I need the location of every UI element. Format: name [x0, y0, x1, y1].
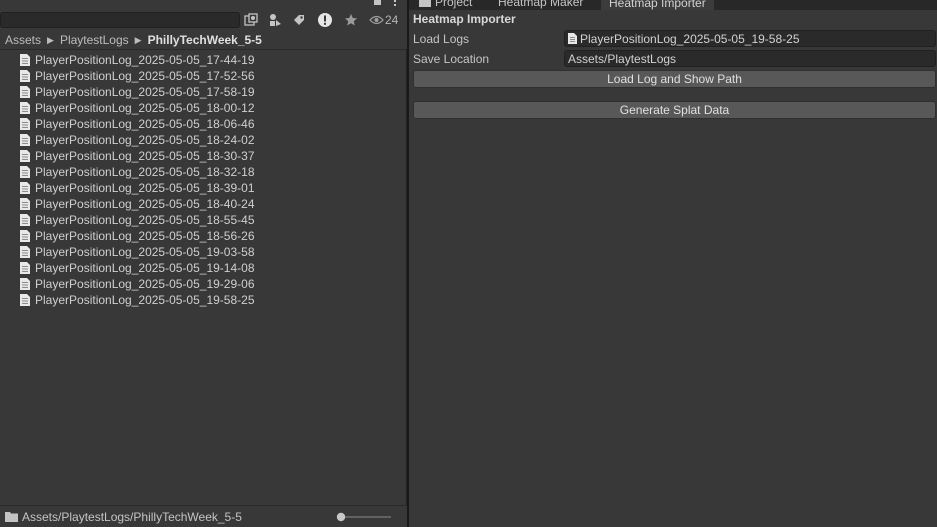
search-input[interactable]	[0, 12, 240, 28]
tab-label: Heatmap Importer	[609, 0, 706, 10]
text-file-icon	[20, 86, 30, 98]
project-toolbar: 24	[0, 0, 407, 31]
list-item[interactable]: PlayerPositionLog_2025-05-05_18-40-24	[0, 196, 407, 212]
text-file-icon	[20, 262, 30, 274]
list-item[interactable]: PlayerPositionLog_2025-05-05_18-56-26	[0, 228, 407, 244]
text-file-icon	[20, 182, 30, 194]
file-name: PlayerPositionLog_2025-05-05_17-44-19	[35, 53, 255, 67]
panel-menu-icon[interactable]	[370, 0, 404, 6]
hidden-packages-toggle[interactable]: 24	[369, 12, 398, 28]
icon-size-slider[interactable]	[336, 511, 392, 523]
text-file-icon	[20, 118, 30, 130]
file-name: PlayerPositionLog_2025-05-05_17-58-19	[35, 85, 255, 99]
text-file-icon	[20, 278, 30, 290]
save-location-field[interactable]: Assets/PlaytestLogs	[564, 50, 936, 67]
file-name: PlayerPositionLog_2025-05-05_18-00-12	[35, 101, 255, 115]
list-item[interactable]: PlayerPositionLog_2025-05-05_17-52-56	[0, 68, 407, 84]
text-file-icon	[20, 134, 30, 146]
file-name: PlayerPositionLog_2025-05-05_18-06-46	[35, 117, 255, 131]
tab-label: Project	[435, 0, 473, 9]
page-title: Heatmap Importer	[413, 12, 516, 26]
breadcrumb: Assets ▶ PlaytestLogs ▶ PhillyTechWeek_5…	[0, 31, 407, 50]
load-logs-value: PlayerPositionLog_2025-05-05_19-58-25	[580, 31, 800, 46]
file-name: PlayerPositionLog_2025-05-05_18-32-18	[35, 165, 255, 179]
list-item[interactable]: PlayerPositionLog_2025-05-05_18-32-18	[0, 164, 407, 180]
list-item[interactable]: PlayerPositionLog_2025-05-05_17-58-19	[0, 84, 407, 100]
text-file-icon	[20, 230, 30, 242]
file-name: PlayerPositionLog_2025-05-05_19-58-25	[35, 293, 255, 307]
breadcrumb-separator-icon: ▶	[134, 34, 142, 45]
label-icon[interactable]	[287, 11, 311, 29]
file-name: PlayerPositionLog_2025-05-05_19-14-08	[35, 261, 255, 275]
generate-splat-data-button[interactable]: Generate Splat Data	[413, 101, 936, 119]
text-file-icon	[20, 198, 30, 210]
folder-icon	[419, 0, 431, 7]
text-file-icon	[568, 33, 577, 44]
file-name: PlayerPositionLog_2025-05-05_19-29-06	[35, 277, 255, 291]
list-item[interactable]: PlayerPositionLog_2025-05-05_18-39-01	[0, 180, 407, 196]
list-item[interactable]: PlayerPositionLog_2025-05-05_18-30-37	[0, 148, 407, 164]
text-file-icon	[20, 246, 30, 258]
text-file-icon	[20, 214, 30, 226]
search-by-type-icon[interactable]	[263, 11, 287, 29]
load-logs-field[interactable]: PlayerPositionLog_2025-05-05_19-58-25	[564, 30, 936, 47]
list-item[interactable]: PlayerPositionLog_2025-05-05_18-06-46	[0, 116, 407, 132]
file-name: PlayerPositionLog_2025-05-05_17-52-56	[35, 69, 255, 83]
text-file-icon	[20, 54, 30, 66]
heatmap-importer-panel: Project Heatmap Maker Heatmap Importer H…	[409, 0, 937, 527]
text-file-icon	[20, 102, 30, 114]
list-item[interactable]: PlayerPositionLog_2025-05-05_19-03-58	[0, 244, 407, 260]
folder-icon	[5, 512, 18, 522]
breadcrumb-item-assets[interactable]: Assets	[5, 33, 41, 47]
list-item[interactable]: PlayerPositionLog_2025-05-05_18-24-02	[0, 132, 407, 148]
file-name: PlayerPositionLog_2025-05-05_18-40-24	[35, 197, 255, 211]
text-file-icon	[20, 150, 30, 162]
list-item[interactable]: PlayerPositionLog_2025-05-05_18-00-12	[0, 100, 407, 116]
file-name: PlayerPositionLog_2025-05-05_18-39-01	[35, 181, 255, 195]
breadcrumb-item-playtestlogs[interactable]: PlaytestLogs	[60, 33, 129, 47]
file-list: PlayerPositionLog_2025-05-05_17-44-19 Pl…	[0, 52, 407, 308]
list-item[interactable]: PlayerPositionLog_2025-05-05_19-58-25	[0, 292, 407, 308]
file-name: PlayerPositionLog_2025-05-05_18-56-26	[35, 229, 255, 243]
tab-bar: Project Heatmap Maker Heatmap Importer	[409, 0, 937, 10]
visibility-icon	[369, 15, 384, 25]
list-item[interactable]: PlayerPositionLog_2025-05-05_17-44-19	[0, 52, 407, 68]
list-item[interactable]: PlayerPositionLog_2025-05-05_18-55-45	[0, 212, 407, 228]
load-log-button[interactable]: Load Log and Show Path	[413, 70, 936, 88]
tab-label: Heatmap Maker	[498, 0, 584, 9]
text-file-icon	[20, 166, 30, 178]
list-item[interactable]: PlayerPositionLog_2025-05-05_19-14-08	[0, 260, 407, 276]
file-name: PlayerPositionLog_2025-05-05_18-24-02	[35, 133, 255, 147]
favorite-icon[interactable]	[339, 11, 363, 29]
tab-heatmap-importer[interactable]: Heatmap Importer	[601, 0, 714, 10]
save-location-value: Assets/PlaytestLogs	[568, 51, 677, 66]
breadcrumb-separator-icon: ▶	[47, 34, 54, 45]
list-item[interactable]: PlayerPositionLog_2025-05-05_19-29-06	[0, 276, 407, 292]
selection-path-bar: Assets/PlaytestLogs/PhillyTechWeek_5-5	[0, 505, 407, 527]
file-name: PlayerPositionLog_2025-05-05_18-55-45	[35, 213, 255, 227]
error-icon[interactable]	[313, 11, 337, 29]
tab-project[interactable]: Project	[411, 0, 480, 10]
tab-heatmap-maker[interactable]: Heatmap Maker	[490, 0, 591, 10]
text-file-icon	[20, 294, 30, 306]
selection-path: Assets/PlaytestLogs/PhillyTechWeek_5-5	[22, 509, 242, 524]
hidden-count-label: 24	[385, 13, 399, 27]
save-location-label: Save Location	[413, 52, 490, 66]
breadcrumb-item-current[interactable]: PhillyTechWeek_5-5	[148, 33, 262, 47]
create-icon[interactable]	[239, 11, 263, 29]
file-name: PlayerPositionLog_2025-05-05_19-03-58	[35, 245, 255, 259]
project-panel: 24 Assets ▶ PlaytestLogs ▶ PhillyTechWee…	[0, 0, 407, 527]
file-name: PlayerPositionLog_2025-05-05_18-30-37	[35, 149, 255, 163]
load-logs-label: Load Logs	[413, 32, 470, 46]
text-file-icon	[20, 70, 30, 82]
